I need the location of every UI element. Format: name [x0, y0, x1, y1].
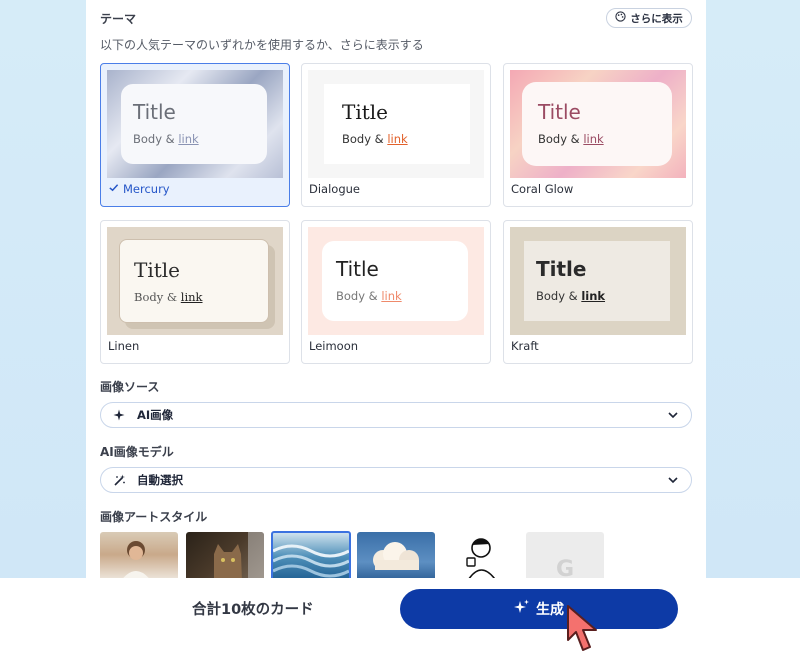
art-style-cat-thumbnail[interactable]	[186, 532, 264, 578]
theme-preview-title: Title	[538, 100, 581, 124]
theme-name: Dialogue	[309, 182, 360, 196]
theme-section-title: テーマ	[100, 12, 137, 26]
total-cards-text: 合計10枚のカード	[192, 602, 314, 618]
theme-preview-body: Body & link	[536, 289, 606, 303]
chevron-down-icon	[667, 474, 679, 489]
ai-model-value: 自動選択	[137, 473, 183, 487]
show-more-label: さらに表示	[630, 12, 683, 25]
theme-card-mercury[interactable]: Title Body & link Mercury	[100, 63, 290, 207]
ai-model-select[interactable]: 自動選択	[100, 467, 692, 493]
theme-preview-title: Title	[536, 257, 587, 281]
art-style-cloud-thumbnail[interactable]	[357, 532, 435, 578]
theme-preview-body: Body & link	[342, 132, 408, 146]
theme-card-linen[interactable]: Title Body & link Linen	[100, 220, 290, 364]
theme-card-kraft[interactable]: Title Body & link Kraft	[503, 220, 693, 364]
theme-name: Mercury	[108, 182, 170, 196]
theme-preview-body: Body & link	[133, 132, 199, 146]
mouse-cursor-icon	[566, 604, 600, 658]
footer-bar: 合計10枚のカード 生成	[0, 578, 800, 658]
theme-preview-title: Title	[336, 257, 379, 281]
theme-preview-title: Title	[342, 100, 389, 124]
art-style-lineart-thumbnail[interactable]	[443, 532, 521, 578]
art-style-placeholder-thumbnail[interactable]: G	[526, 532, 604, 578]
theme-name: Kraft	[511, 339, 539, 353]
theme-preview-body: Body & link	[134, 290, 203, 304]
sparkle-icon	[113, 409, 127, 421]
magic-wand-icon	[113, 474, 127, 487]
art-style-photo-thumbnail[interactable]	[100, 532, 178, 578]
image-source-label: 画像ソース	[100, 380, 160, 394]
settings-panel: テーマ さらに表示 以下の人気テーマのいずれかを使用するか、さらに表示する Ti…	[86, 0, 706, 578]
chevron-down-icon	[667, 409, 679, 424]
theme-name: Leimoon	[309, 339, 359, 353]
generate-label: 生成	[536, 602, 564, 618]
theme-name: Linen	[108, 339, 140, 353]
theme-card-coral-glow[interactable]: Title Body & link Coral Glow	[503, 63, 693, 207]
check-icon	[108, 182, 119, 196]
theme-section-subtitle: 以下の人気テーマのいずれかを使用するか、さらに表示する	[100, 38, 424, 52]
theme-name: Coral Glow	[511, 182, 574, 196]
theme-preview-title: Title	[133, 100, 176, 124]
theme-preview-title: Title	[134, 258, 181, 282]
ai-model-label: AI画像モデル	[100, 445, 174, 459]
palette-icon	[615, 11, 626, 25]
art-style-wave-thumbnail[interactable]	[271, 531, 351, 578]
theme-preview-body: Body & link	[538, 132, 604, 146]
theme-card-dialogue[interactable]: Title Body & link Dialogue	[301, 63, 491, 207]
generate-button[interactable]: 生成	[400, 589, 678, 629]
sparkle-icon	[514, 599, 530, 619]
theme-card-leimoon[interactable]: Title Body & link Leimoon	[301, 220, 491, 364]
image-source-value: AI画像	[137, 408, 174, 422]
theme-preview-body: Body & link	[336, 289, 402, 303]
show-more-themes-button[interactable]: さらに表示	[606, 8, 692, 28]
image-source-select[interactable]: AI画像	[100, 402, 692, 428]
svg-text:G: G	[556, 557, 574, 578]
art-style-label: 画像アートスタイル	[100, 510, 208, 524]
